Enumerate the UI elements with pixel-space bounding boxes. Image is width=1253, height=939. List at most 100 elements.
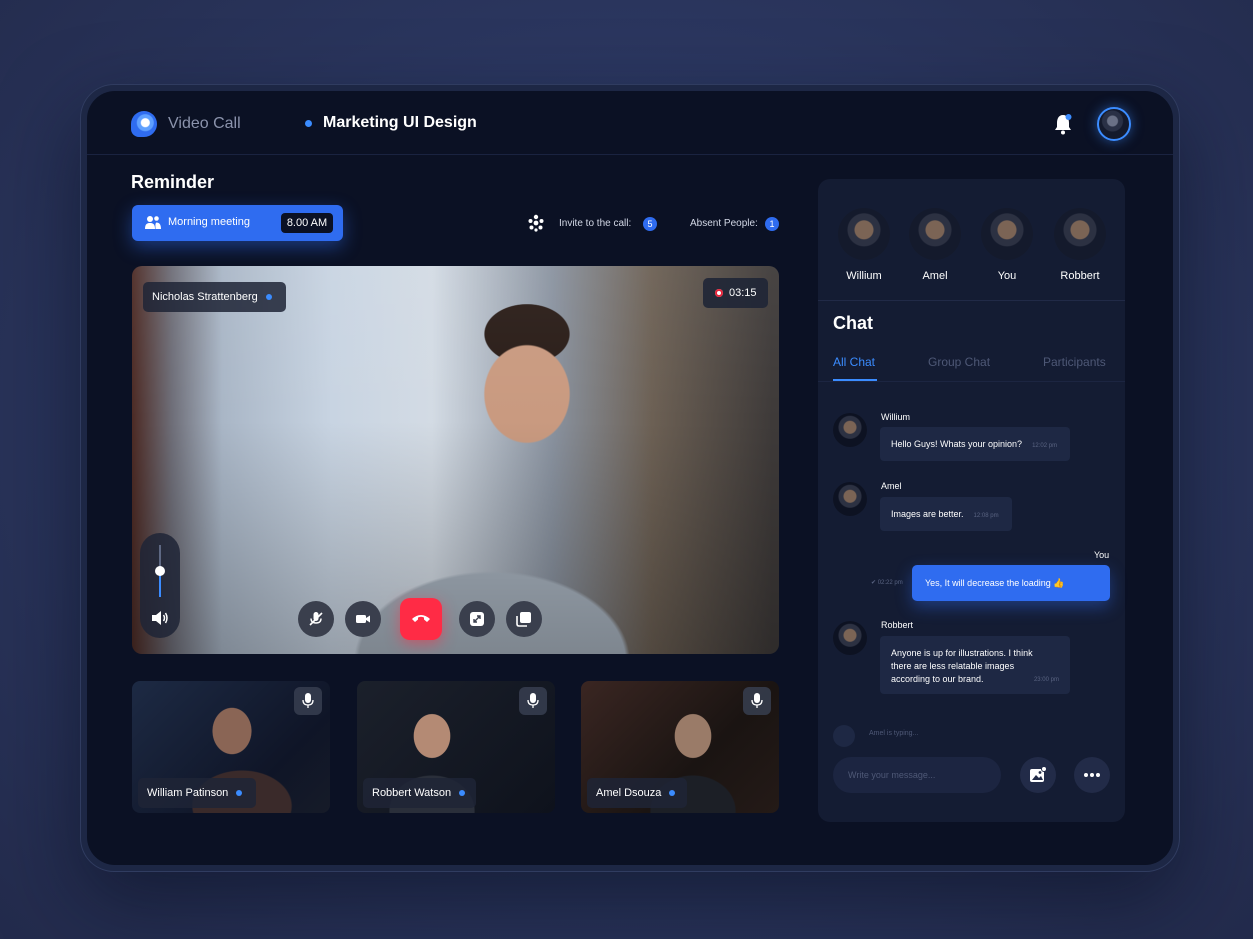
- absent-count-badge: 1: [765, 217, 779, 231]
- participant-willium[interactable]: Willium: [838, 208, 890, 282]
- message-time: 23:00 pm: [1033, 677, 1059, 683]
- volume-slider[interactable]: [140, 533, 180, 638]
- fullscreen-button[interactable]: [459, 601, 495, 637]
- thumbnail-name-tag: Amel Dsouza: [587, 778, 687, 808]
- record-icon: [715, 289, 723, 297]
- message-text: Yes, It will decrease the loading: [925, 578, 1051, 588]
- message-bubble: Images are better. 12:08 pm: [880, 497, 1012, 531]
- microphone-icon: [751, 693, 763, 708]
- message-emoji: 👍: [1053, 578, 1065, 588]
- message-time: 12:02 pm: [1032, 443, 1058, 449]
- mic-off-icon: [309, 612, 323, 626]
- invite-count-badge: 5: [643, 217, 657, 231]
- typing-indicator-icon: [833, 725, 855, 747]
- speaker-icon[interactable]: [151, 610, 169, 626]
- message-time: ✔ 02:22 pm: [871, 579, 903, 586]
- message-sender: Robbert: [881, 620, 914, 630]
- tab-participants[interactable]: Participants: [1043, 355, 1106, 369]
- message-text: Hello Guys! Whats your opinion?: [891, 439, 1023, 449]
- thumbnail-name: Amel Dsouza: [596, 787, 662, 799]
- participant-name: Robbert: [1060, 270, 1100, 282]
- chat-panel: Willium Amel You Robbert Chat All Chat G…: [818, 179, 1125, 822]
- participant-video-robbert[interactable]: Robbert Watson: [357, 681, 555, 813]
- invite-people-icon[interactable]: [527, 214, 545, 232]
- project-name: Marketing UI Design: [323, 114, 477, 131]
- status-dot: [669, 790, 676, 797]
- participant-avatar: [838, 208, 890, 260]
- tab-group-chat[interactable]: Group Chat: [928, 355, 990, 369]
- user-avatar[interactable]: [1097, 107, 1131, 141]
- participant-name: You: [997, 270, 1017, 282]
- message-time-text: 02:22 pm: [877, 580, 903, 586]
- app-logo-icon: [131, 111, 157, 137]
- message-sender: You: [1094, 550, 1110, 560]
- participant-avatar: [981, 208, 1033, 260]
- ellipsis-icon: [1084, 773, 1100, 777]
- message-bubble: Anyone is up for illustrations. I think …: [880, 636, 1070, 694]
- message-text-line: according to our brand. 23:00 pm: [891, 673, 1059, 686]
- message-text-line: there are less relatable images: [891, 661, 1015, 671]
- speaker-name: Nicholas Strattenberg: [152, 291, 258, 303]
- participant-amel[interactable]: Amel: [909, 208, 961, 282]
- participant-name: Willium: [846, 270, 882, 282]
- message-bubble: Hello Guys! Whats your opinion? 12:02 pm: [880, 427, 1070, 461]
- tab-all-chat[interactable]: All Chat: [833, 355, 875, 369]
- share-screen-button[interactable]: [506, 601, 542, 637]
- people-icon: [145, 216, 161, 229]
- divider: [818, 381, 1125, 382]
- participant-name: Amel: [922, 270, 948, 282]
- meeting-time: 8.00 AM: [281, 213, 333, 233]
- message-text-line: Anyone is up for illustrations. I think: [891, 648, 1033, 658]
- divider: [818, 300, 1125, 301]
- participant-you[interactable]: You: [981, 208, 1033, 282]
- recording-indicator: 03:15: [703, 278, 768, 308]
- microphone-icon: [527, 693, 539, 708]
- meeting-label: Morning meeting: [168, 216, 250, 228]
- participant-avatar: [909, 208, 961, 260]
- mic-button[interactable]: [294, 687, 322, 715]
- video-camera-icon: [356, 615, 370, 623]
- main-video-feed: Nicholas Strattenberg 03:15: [132, 266, 779, 654]
- read-check-icon: ✔: [871, 580, 878, 586]
- end-call-button[interactable]: [400, 598, 442, 640]
- screen-share-icon: [516, 612, 531, 627]
- recording-time: 03:15: [729, 287, 757, 299]
- mic-button[interactable]: [743, 687, 771, 715]
- reminder-title: Reminder: [131, 172, 215, 192]
- speaker-name-tag: Nicholas Strattenberg: [143, 282, 286, 312]
- participant-video-william[interactable]: William Patinson: [132, 681, 330, 813]
- absent-label: Absent People:: [690, 218, 758, 229]
- status-dot: [236, 790, 243, 797]
- volume-knob[interactable]: [155, 566, 165, 576]
- participant-robbert[interactable]: Robbert: [1054, 208, 1106, 282]
- message-text-line-text: according to our brand.: [891, 674, 984, 684]
- top-bar: Video Call Marketing UI Design: [87, 91, 1173, 155]
- more-options-button[interactable]: [1074, 757, 1110, 793]
- mute-mic-button[interactable]: [298, 601, 334, 637]
- thumbnail-name-tag: William Patinson: [138, 778, 256, 808]
- app-name: Video Call: [168, 115, 241, 132]
- thumbnail-name: Robbert Watson: [372, 787, 452, 799]
- message-input[interactable]: [833, 757, 1001, 793]
- chat-title: Chat: [833, 313, 873, 333]
- message-sender: Amel: [881, 481, 902, 491]
- thumbnail-name-tag: Robbert Watson: [363, 778, 476, 808]
- hang-up-icon: [412, 615, 430, 622]
- thumbnail-name: William Patinson: [147, 787, 229, 799]
- attach-image-button[interactable]: [1020, 757, 1056, 793]
- typing-status: Amel is typing...: [869, 730, 919, 737]
- expand-icon: [470, 612, 484, 626]
- notification-bell-icon[interactable]: [1053, 113, 1073, 135]
- camera-button[interactable]: [345, 601, 381, 637]
- project-status-dot: [305, 120, 312, 127]
- participant-video-amel[interactable]: Amel Dsouza: [581, 681, 779, 813]
- morning-meeting-reminder[interactable]: Morning meeting 8.00 AM: [132, 205, 343, 241]
- participant-avatar: [1054, 208, 1106, 260]
- message-sender: Willium: [881, 412, 910, 422]
- my-message-bubble: Yes, It will decrease the loading 👍: [912, 565, 1110, 601]
- status-dot: [459, 790, 466, 797]
- image-icon: [1030, 766, 1047, 782]
- speaker-status-dot: [265, 294, 272, 301]
- mic-button[interactable]: [519, 687, 547, 715]
- video-call-app: Video Call Marketing UI Design Reminder …: [87, 91, 1173, 865]
